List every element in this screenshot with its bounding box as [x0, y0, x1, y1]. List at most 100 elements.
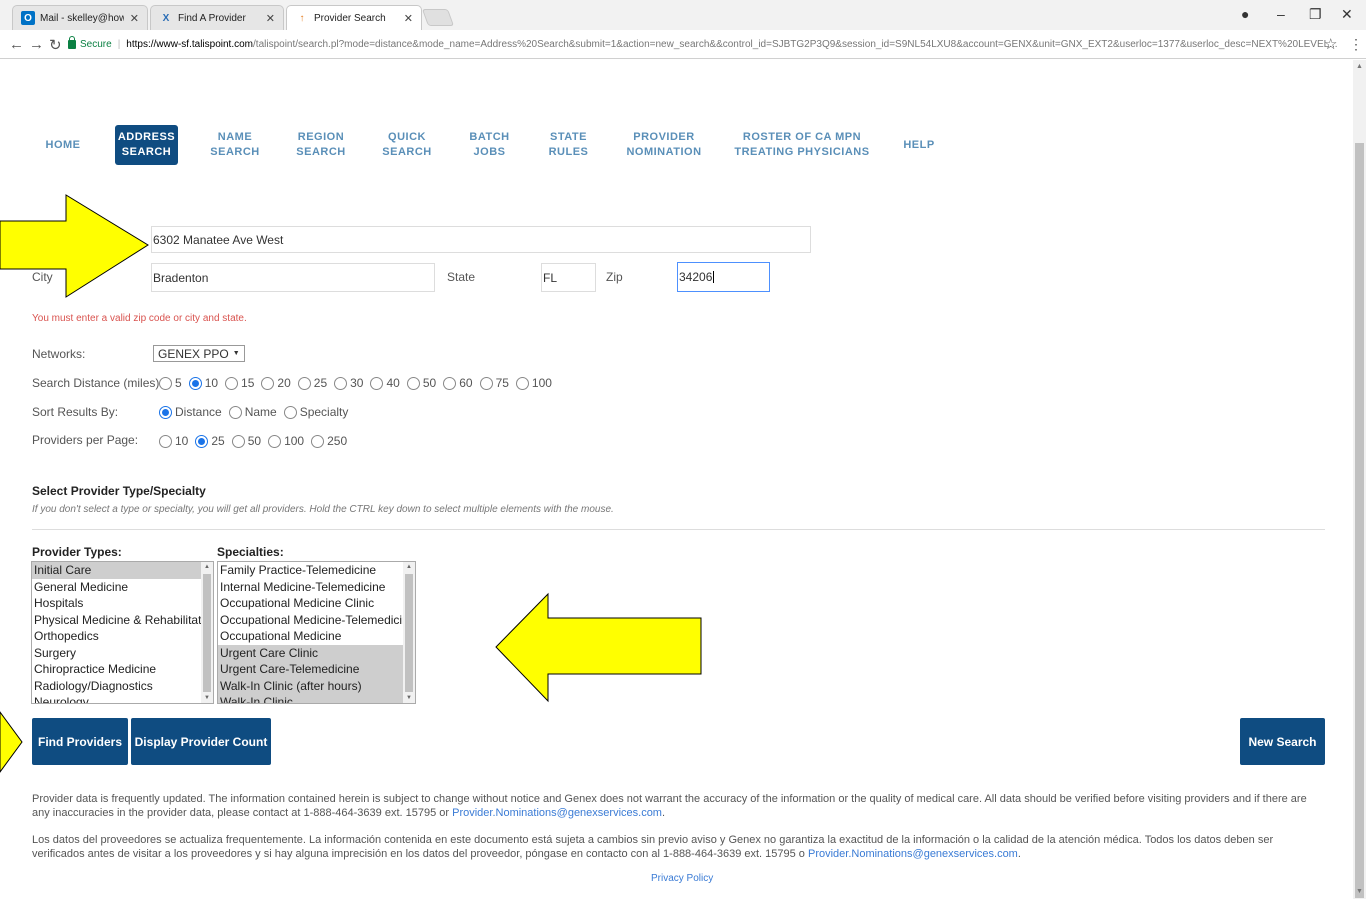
nav-help[interactable]: HELP: [896, 125, 942, 165]
display-provider-count-button[interactable]: Display Provider Count: [131, 718, 271, 765]
browser-tab-bar: O Mail - skelley@howardle ✕ X Find A Pro…: [0, 0, 1366, 30]
list-item[interactable]: Radiology/Diagnostics: [32, 678, 213, 695]
distance-option-label: 15: [241, 376, 255, 390]
url-field[interactable]: Secure | https://www-sf.talispoint.com/t…: [68, 34, 1340, 55]
distance-radio-30[interactable]: [334, 376, 348, 390]
list-item[interactable]: Walk-In Clinic (after hours): [218, 677, 415, 694]
list-item[interactable]: Hospitals: [32, 595, 213, 612]
list-item[interactable]: Internal Medicine-Telemedicine: [218, 579, 415, 596]
networks-label: Networks:: [32, 347, 86, 361]
specialties-listbox[interactable]: Family Practice-Telemedicine Internal Med…: [217, 561, 416, 704]
networks-select[interactable]: GENEX PPO ▼: [153, 345, 245, 362]
browser-tab-find-provider[interactable]: X Find A Provider ✕: [150, 5, 284, 30]
nav-home[interactable]: HOME: [36, 125, 90, 165]
restore-icon[interactable]: ❐: [1309, 6, 1322, 23]
nav-provider-nomination[interactable]: PROVIDER NOMINATION: [620, 125, 708, 165]
back-icon[interactable]: ←: [9, 36, 24, 53]
profile-icon[interactable]: ●: [1241, 6, 1249, 22]
list-item[interactable]: General Medicine: [32, 579, 213, 596]
city-input[interactable]: Bradenton: [151, 263, 435, 292]
bookmark-star-icon[interactable]: ☆: [1324, 35, 1337, 53]
list-item[interactable]: Physical Medicine & Rehabilitation: [32, 612, 213, 629]
list-item[interactable]: Walk-In Clinic: [218, 694, 415, 703]
per-page-option-label: 25: [211, 434, 225, 448]
per-page-radio-25[interactable]: [195, 434, 209, 448]
nav-region-search[interactable]: REGION SEARCH: [291, 125, 351, 165]
list-item[interactable]: Chiropractice Medicine: [32, 661, 213, 678]
reload-icon[interactable]: ↻: [49, 36, 62, 54]
provider-types-listbox[interactable]: Initial Care General Medicine Hospitals Phy…: [31, 561, 214, 704]
close-tab-icon[interactable]: ✕: [404, 12, 413, 25]
close-window-icon[interactable]: ✕: [1341, 6, 1353, 23]
list-item[interactable]: Urgent Care Clinic: [218, 644, 415, 661]
distance-radio-75[interactable]: [479, 376, 493, 390]
distance-radio-5[interactable]: [159, 376, 172, 390]
minimize-icon[interactable]: –: [1277, 6, 1285, 22]
sort-option-label: Distance: [175, 405, 222, 419]
close-tab-icon[interactable]: ✕: [266, 12, 275, 25]
distance-radio-60[interactable]: [443, 376, 457, 390]
nav-quick-search[interactable]: QUICK SEARCH: [377, 125, 437, 165]
listbox-scrollbar[interactable]: ▲ ▼: [403, 562, 415, 703]
nav-address-search[interactable]: ADDRESS SEARCH: [115, 125, 178, 165]
address-input[interactable]: 6302 Manatee Ave West: [151, 226, 811, 253]
distance-radio-20[interactable]: [261, 376, 275, 390]
list-item[interactable]: Occupational Medicine Clinic: [218, 595, 415, 612]
divider: [32, 529, 1325, 530]
per-page-radio-50[interactable]: [231, 434, 245, 448]
scroll-thumb[interactable]: [1355, 143, 1364, 898]
distance-radio-50[interactable]: [406, 376, 420, 390]
menu-icon[interactable]: ⋮: [1349, 36, 1363, 53]
distance-radio-15[interactable]: [225, 376, 239, 390]
sort-radio-distance[interactable]: [159, 405, 172, 419]
distance-radio-40[interactable]: [370, 376, 384, 390]
dropdown-arrow-icon: ▼: [232, 350, 240, 357]
zip-input[interactable]: 34206: [677, 262, 770, 292]
distance-option-label: 10: [204, 376, 219, 390]
list-item[interactable]: Urgent Care-Telemedicine: [218, 661, 415, 678]
distance-radio-100[interactable]: [515, 376, 529, 390]
page-scrollbar[interactable]: ▲ ▼: [1353, 60, 1366, 899]
annotation-arrow-address: [0, 194, 149, 298]
list-item[interactable]: Neurology: [32, 694, 213, 703]
sort-radio-name[interactable]: [228, 405, 242, 419]
list-item[interactable]: Orthopedics: [32, 628, 213, 645]
listbox-scrollbar[interactable]: ▲ ▼: [201, 562, 213, 703]
list-item[interactable]: Initial Care: [32, 562, 213, 579]
sort-label: Sort Results By:: [32, 405, 119, 419]
list-item[interactable]: Occupational Medicine: [218, 628, 415, 645]
per-page-radio-100[interactable]: [268, 434, 282, 448]
nav-state-rules[interactable]: STATE RULES: [541, 125, 596, 165]
distance-option-label: 40: [386, 376, 400, 390]
distance-option-label: 50: [422, 376, 437, 390]
nominations-email-link-es[interactable]: Provider.Nominations@genexservices.com: [808, 848, 1018, 860]
nav-name-search[interactable]: NAME SEARCH: [205, 125, 265, 165]
list-item[interactable]: Surgery: [32, 645, 213, 662]
per-page-radio-10[interactable]: [159, 434, 172, 448]
privacy-policy-link[interactable]: Privacy Policy: [651, 873, 713, 884]
browser-tab-mail[interactable]: O Mail - skelley@howardle ✕: [12, 5, 148, 30]
sort-radio-specialty[interactable]: [283, 405, 297, 419]
per-page-radio-250[interactable]: [311, 434, 325, 448]
find-providers-button[interactable]: Find Providers: [32, 718, 128, 765]
browser-tab-provider-search[interactable]: ↑ Provider Search ✕: [286, 5, 422, 30]
state-input[interactable]: FL: [541, 263, 596, 292]
list-item[interactable]: Occupational Medicine-Telemedicine: [218, 612, 415, 629]
outlook-icon: O: [21, 11, 35, 25]
distance-radio-25[interactable]: [297, 376, 311, 390]
list-item[interactable]: Family Practice-Telemedicine: [218, 562, 415, 579]
per-page-option-label: 250: [327, 434, 348, 448]
forward-icon[interactable]: →: [29, 36, 44, 53]
per-page-option-label: 100: [284, 434, 305, 448]
distance-radio-10[interactable]: [188, 376, 202, 390]
new-search-button[interactable]: New Search: [1240, 718, 1325, 765]
search-distance-options: 5 10 15 20 25 30 40 50 60 75 100: [155, 376, 555, 390]
new-tab-button[interactable]: [421, 9, 455, 26]
scroll-down-icon[interactable]: ▼: [1356, 888, 1363, 895]
disclaimer-spanish: Los datos del proveedores se actualiza f…: [32, 834, 1274, 860]
nominations-email-link[interactable]: Provider.Nominations@genexservices.com: [452, 807, 662, 819]
scroll-up-icon[interactable]: ▲: [1356, 63, 1363, 70]
nav-roster-ca-mpn[interactable]: ROSTER OF CA MPN TREATING PHYSICIANS: [733, 125, 871, 165]
close-tab-icon[interactable]: ✕: [130, 12, 139, 25]
nav-batch-jobs[interactable]: BATCH JOBS: [462, 125, 517, 165]
